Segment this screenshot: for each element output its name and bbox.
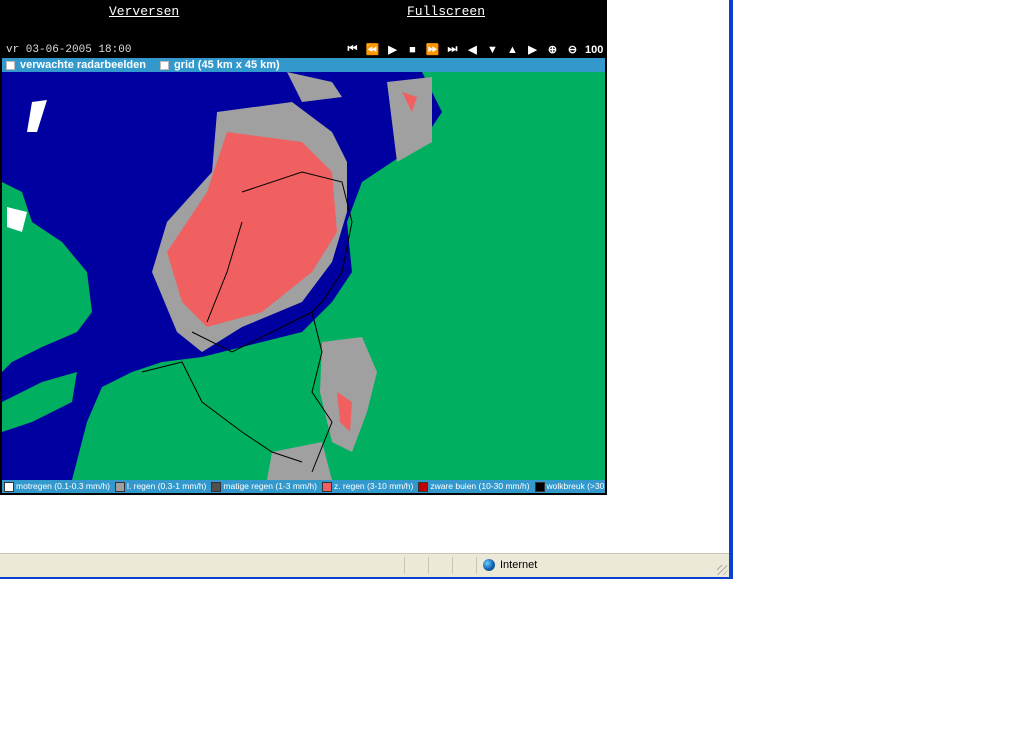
resize-grip[interactable]	[717, 565, 727, 575]
legend-swatch	[321, 481, 332, 492]
legend-item: motregen (0.1-0.3 mm/h)	[2, 481, 110, 492]
grid-label: grid (45 km x 45 km)	[173, 59, 280, 71]
pan-down-icon[interactable]: ▼	[485, 44, 500, 56]
last-frame-icon[interactable]: ⏭	[445, 43, 460, 56]
play-icon[interactable]: ▶	[385, 43, 400, 56]
zoom-level: 100	[585, 43, 604, 56]
fast-forward-icon[interactable]: ⏩	[425, 43, 440, 56]
legend-label: wolkbreuk (>30 mm/h)	[546, 481, 631, 492]
legend-item: l. regen (0.3-1 mm/h)	[113, 481, 206, 492]
zone-label: Internet	[500, 559, 538, 571]
zoom-out-icon[interactable]: ⊖	[565, 43, 580, 56]
legend-item: zware buien (10-30 mm/h)	[416, 481, 530, 492]
stop-icon[interactable]: ■	[405, 44, 420, 56]
legend-swatch	[4, 481, 14, 492]
status-bar: Internet	[0, 553, 729, 577]
legend-swatch	[115, 481, 126, 492]
status-divider	[428, 557, 429, 574]
playback-controls: ⏮ ⏪ ▶ ■ ⏩ ⏭ ◀ ▼ ▲ ▶ ⊕ ⊖ 100	[345, 43, 604, 56]
radar-map[interactable]	[2, 72, 605, 480]
status-divider	[476, 557, 477, 574]
status-divider	[452, 557, 453, 574]
grid-toggle[interactable]: grid (45 km x 45 km)	[159, 59, 280, 71]
legend-item: wolkbreuk (>30 mm/h)	[533, 481, 631, 492]
browser-window: Verversen Fullscreen vr 03-06-2005 18:00…	[0, 0, 733, 579]
legend-item: matige regen (1-3 mm/h)	[209, 481, 317, 492]
fullscreen-link[interactable]: Fullscreen	[407, 4, 485, 19]
legend-label: motregen (0.1-0.3 mm/h)	[16, 481, 111, 492]
forecast-label: verwachte radarbeelden	[20, 59, 146, 71]
rain-legend: motregen (0.1-0.3 mm/h) l. regen (0.3-1 m…	[2, 480, 631, 493]
grid-checkbox[interactable]	[159, 60, 169, 70]
pan-right-icon[interactable]: ▶	[525, 43, 540, 56]
options-bar: verwachte radarbeelden grid (45 km x 45 …	[2, 58, 605, 72]
pan-up-icon[interactable]: ▲	[505, 44, 520, 56]
legend-label: z. regen (3-10 mm/h)	[333, 481, 414, 492]
refresh-link[interactable]: Verversen	[109, 4, 179, 19]
security-zone: Internet	[483, 559, 537, 571]
status-divider	[404, 557, 405, 574]
legend-swatch	[418, 481, 429, 492]
forecast-toggle[interactable]: verwachte radarbeelden	[6, 59, 146, 71]
rewind-icon[interactable]: ⏪	[365, 43, 380, 56]
legend-label: zware buien (10-30 mm/h)	[430, 481, 530, 492]
globe-icon	[483, 559, 495, 571]
legend-item: z. regen (3-10 mm/h)	[320, 481, 413, 492]
legend-swatch	[211, 481, 222, 492]
legend-label: matige regen (1-3 mm/h)	[223, 481, 317, 492]
radar-panel: Verversen Fullscreen vr 03-06-2005 18:00…	[0, 0, 631, 495]
legend-swatch	[534, 481, 545, 492]
zoom-in-icon[interactable]: ⊕	[545, 43, 560, 56]
legend-label: l. regen (0.3-1 mm/h)	[127, 481, 207, 492]
pan-left-icon[interactable]: ◀	[465, 43, 480, 56]
forecast-checkbox[interactable]	[6, 60, 15, 70]
radar-datetime: vr 03-06-2005 18:00	[6, 44, 132, 56]
first-frame-icon[interactable]: ⏮	[345, 43, 360, 56]
